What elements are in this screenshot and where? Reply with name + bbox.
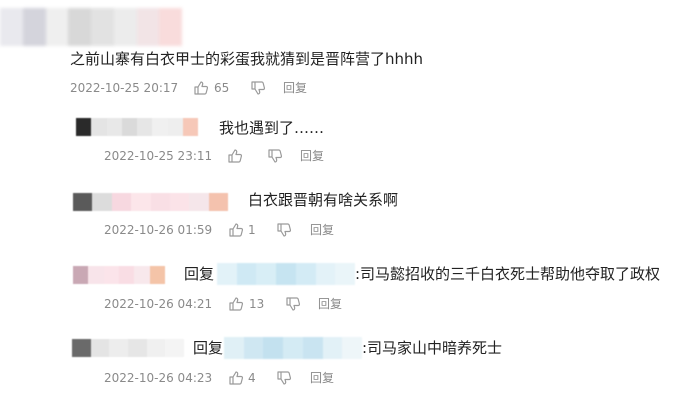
reply-target-username[interactable]: [224, 337, 363, 359]
reply-date: 2022-10-26 04:23: [104, 371, 213, 385]
like-count: 4: [248, 371, 256, 385]
thumbs-down-icon[interactable]: [276, 370, 292, 386]
reply-prefix: 回复: [193, 339, 224, 357]
thumbs-up-icon[interactable]: [228, 296, 244, 312]
reply-button[interactable]: 回复: [310, 370, 334, 386]
thumbs-down-icon[interactable]: [285, 296, 301, 312]
reply-button[interactable]: 回复: [283, 80, 307, 96]
reply-date: 2022-10-26 04:21: [104, 297, 213, 311]
reply-date: 2022-10-26 01:59: [104, 223, 213, 237]
comment-date: 2022-10-25 20:17: [70, 81, 179, 95]
reply-button[interactable]: 回复: [300, 148, 324, 164]
thumbs-up-icon[interactable]: [228, 370, 244, 386]
reply-avatar-and-name[interactable]: [73, 193, 228, 211]
thumbs-up-icon[interactable]: [193, 80, 209, 96]
reply-text: 白衣跟晋朝有啥关系啊: [248, 191, 399, 209]
reply-prefix: 回复: [184, 265, 215, 283]
thumbs-down-icon[interactable]: [250, 80, 266, 96]
reply-button[interactable]: 回复: [310, 222, 334, 238]
reply-target-username[interactable]: [217, 263, 356, 285]
reply-text: :司马家山中暗养死士: [362, 339, 503, 357]
reply-avatar-and-name[interactable]: [73, 266, 165, 284]
like-count: 1: [248, 223, 256, 237]
thumbs-down-icon[interactable]: [276, 222, 292, 238]
reply-avatar-and-name[interactable]: [76, 118, 198, 136]
thumbs-up-icon[interactable]: [228, 222, 244, 238]
comment-text: 之前山寨有白衣甲士的彩蛋我就猜到是晋阵营了hhhh: [70, 50, 424, 68]
thumbs-up-icon[interactable]: [227, 148, 243, 164]
reply-text: :司马懿招收的三千白衣死士帮助他夺取了政权: [355, 265, 661, 283]
like-count: 65: [214, 81, 230, 95]
like-count: 13: [249, 297, 265, 311]
reply-button[interactable]: 回复: [318, 296, 342, 312]
reply-date: 2022-10-25 23:11: [104, 149, 213, 163]
commenter-avatar-and-name[interactable]: [0, 8, 182, 46]
thumbs-down-icon[interactable]: [267, 148, 283, 164]
reply-avatar-and-name[interactable]: [72, 339, 185, 357]
reply-text: 我也遇到了……: [219, 119, 325, 137]
